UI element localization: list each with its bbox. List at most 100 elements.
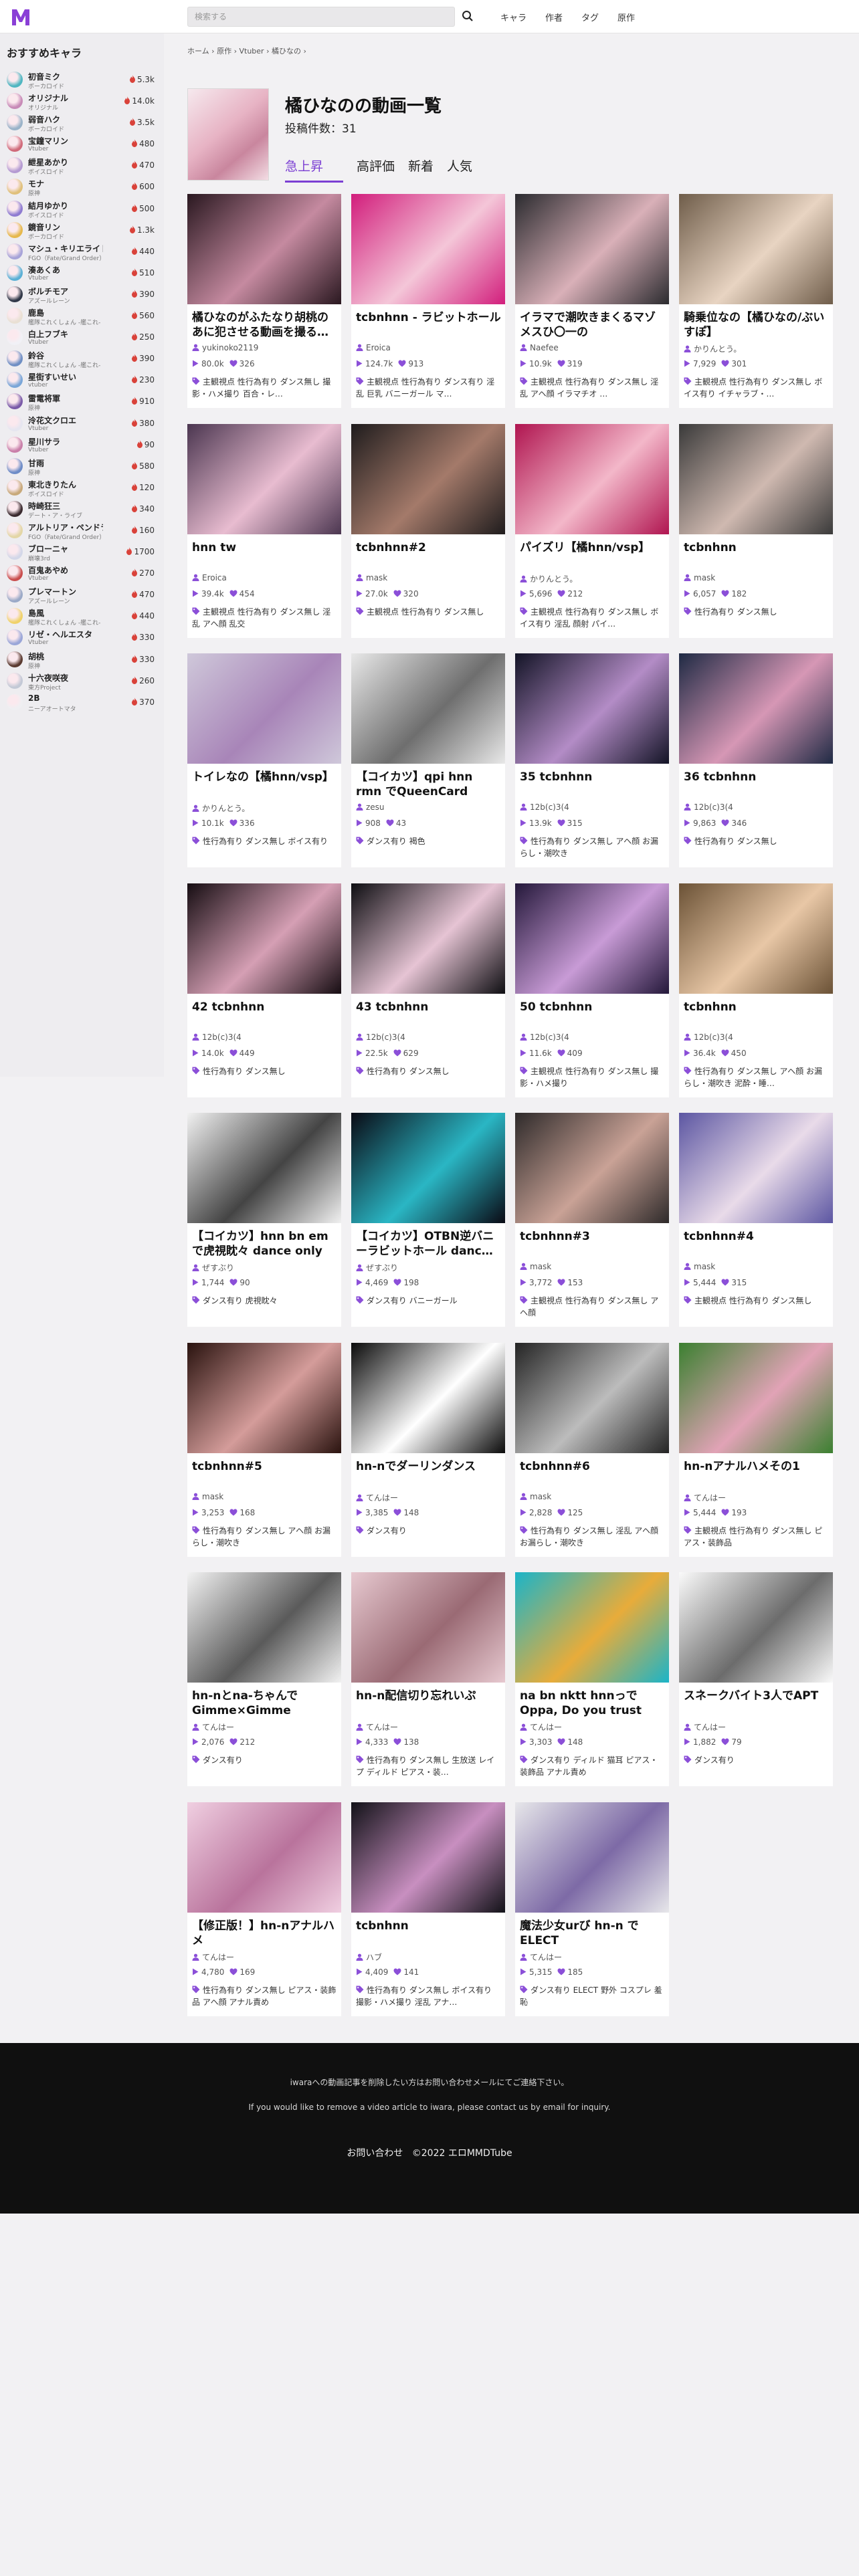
search-input[interactable] <box>187 7 455 27</box>
video-thumbnail[interactable] <box>679 653 833 764</box>
video-thumbnail[interactable] <box>187 1113 341 1223</box>
video-title[interactable]: 50 tcbnhnn <box>520 1000 666 1014</box>
video-author[interactable]: mask <box>192 1492 223 1501</box>
video-title[interactable]: 【修正版！】hn-nアナルハメ <box>192 1919 338 1948</box>
video-author[interactable]: mask <box>520 1262 551 1271</box>
video-card[interactable]: na bn nktt hnnっでOppa, Do you trust me? てん… <box>515 1572 669 1786</box>
video-tags[interactable]: 性行為有り ダンス無し <box>356 1065 502 1077</box>
video-title[interactable]: tcbnhnn <box>684 540 830 555</box>
video-card[interactable]: tcbnhnn 12b(c)3(4 36.4k 450 性行為有り ダンス無し アヘ顔 … <box>679 883 833 1097</box>
video-card[interactable]: hn-n配信切り忘れいぷ てんはー 4,333 138 性行為有り ダンス無し 生放送 … <box>351 1572 505 1786</box>
video-thumbnail[interactable] <box>187 1342 341 1453</box>
video-title[interactable]: 魔法少女urび hn-n で ELECT <box>520 1919 666 1948</box>
video-tags[interactable]: 主観視点 性行為有り ダンス有り 淫乱 巨乳 バニーガール マ… <box>356 376 502 400</box>
video-author[interactable]: てんはー <box>520 1951 562 1963</box>
video-thumbnail[interactable] <box>515 883 669 994</box>
sidebar-item[interactable]: プレマートン アズールレーン 470 <box>0 583 164 605</box>
video-thumbnail[interactable] <box>515 1342 669 1453</box>
video-title[interactable]: 橘ひなのがふたなり胡桃のあに犯させる動画を撮る… <box>192 310 338 340</box>
sidebar-item[interactable]: 百鬼あやめ Vtuber 270 <box>0 562 164 583</box>
sidebar-item[interactable]: 東北きりたん ボイスロイド 120 <box>0 476 164 498</box>
video-title[interactable]: tcbnhnn#6 <box>520 1459 666 1474</box>
video-author[interactable]: zesu <box>356 802 385 812</box>
sidebar-item[interactable]: 星街すいせい vtuber 230 <box>0 368 164 390</box>
video-title[interactable]: tcbnhnn#2 <box>356 540 502 555</box>
video-title[interactable]: tcbnhnn#3 <box>520 1229 666 1244</box>
sidebar-item[interactable]: 胡桃 原神 330 <box>0 648 164 670</box>
video-card[interactable]: hn-nアナルハメその1 てんはー 5,444 193 主観視点 性行為有り ダンス無し… <box>679 1342 833 1557</box>
video-title[interactable]: tcbnhnn <box>684 1000 830 1014</box>
sidebar-item[interactable]: マシュ・キリエライト FGO（Fate/Grand Order） 440 <box>0 240 164 262</box>
contact-link[interactable]: お問い合わせ <box>347 2148 403 2159</box>
video-author[interactable]: ぜすぶり <box>356 1262 398 1273</box>
video-card[interactable]: tcbnhnn#5 mask 3,253 168 性行為有り ダンス無し アヘ顔 お漏ら… <box>187 1342 341 1557</box>
video-author[interactable]: Naefee <box>520 343 559 352</box>
sidebar-item[interactable]: 2B ニーアオートマタ 370 <box>0 691 164 713</box>
video-tags[interactable]: 性行為有り ダンス無し 生放送 レイプ ディルド ピアス・装… <box>356 1754 502 1778</box>
sidebar-item[interactable]: 結月ゆかり ボイスロイド 500 <box>0 197 164 219</box>
sidebar-item[interactable]: 星川サラ Vtuber 90 <box>0 433 164 455</box>
video-tags[interactable]: 性行為有り ダンス無し ピアス・装飾品 アヘ顔 アナル責め <box>192 1984 338 2008</box>
video-thumbnail[interactable] <box>515 1802 669 1913</box>
video-author[interactable]: mask <box>684 573 715 582</box>
video-card[interactable]: 【コイカツ】OTBN逆バニーラビットホール danc… ぜすぶり 4,469 198 ダ… <box>351 1113 505 1327</box>
video-tags[interactable]: 主観視点 性行為有り ダンス無し <box>684 1295 830 1307</box>
video-tags[interactable]: 主観視点 性行為有り ダンス無し ボイス有り イチャラブ・… <box>684 376 830 400</box>
video-author[interactable]: ぜすぶり <box>192 1262 234 1273</box>
video-card[interactable]: 橘ひなのがふたなり胡桃のあに犯させる動画を撮る… yukinoko2119 80.0… <box>187 194 341 408</box>
video-tags[interactable]: 性行為有り ダンス無し アヘ顔 お漏らし・潮吹き <box>520 835 666 859</box>
video-thumbnail[interactable] <box>351 883 505 994</box>
sidebar-item[interactable]: 十六夜咲夜 東方Project 260 <box>0 669 164 691</box>
video-tags[interactable]: ダンス有り <box>356 1525 502 1537</box>
video-thumbnail[interactable] <box>679 194 833 304</box>
tab-popular[interactable]: 人気 <box>447 154 472 183</box>
video-author[interactable]: かりんとう。 <box>520 573 577 584</box>
video-author[interactable]: 12b(c)3(4 <box>684 1033 733 1042</box>
video-card[interactable]: 42 tcbnhnn 12b(c)3(4 14.0k 449 性行為有り ダンス無し <box>187 883 341 1097</box>
video-card[interactable]: tcbnhnn#6 mask 2,828 125 性行為有り ダンス無し 淫乱 アヘ顔 … <box>515 1342 669 1557</box>
video-card[interactable]: tcbnhnn#4 mask 5,444 315 主観視点 性行為有り ダンス無し <box>679 1113 833 1327</box>
video-thumbnail[interactable] <box>187 1802 341 1913</box>
video-author[interactable]: 12b(c)3(4 <box>520 1033 569 1042</box>
sidebar-item[interactable]: ボルチモア アズールレーン 390 <box>0 283 164 305</box>
sidebar-item[interactable]: アルトリア・ペンドラゴン FGO（Fate/Grand Order） 160 <box>0 519 164 541</box>
video-card[interactable]: 魔法少女urび hn-n で ELECT てんはー 5,315 185 ダンス有り EL… <box>515 1802 669 2016</box>
video-tags[interactable]: 主観視点 性行為有り ダンス無し 淫乱 アヘ顔 乱交 <box>192 606 338 630</box>
video-title[interactable]: 【コイカツ】qpi hnn rmn でQueenCard <box>356 770 502 799</box>
video-card[interactable]: 43 tcbnhnn 12b(c)3(4 22.5k 629 性行為有り ダンス無し <box>351 883 505 1097</box>
sidebar-item[interactable]: 時崎狂三 デート・ア・ライブ 340 <box>0 498 164 520</box>
video-card[interactable]: tcbnhnn#3 mask 3,772 153 主観視点 性行為有り ダンス無し アヘ… <box>515 1113 669 1327</box>
video-card[interactable]: パイズリ【橘hnn/vsp】 かりんとう。 5,696 212 主観視点 性行為有り ダ… <box>515 423 669 638</box>
video-card[interactable]: イラマで潮吹きまくるマゾメスひ〇一の Naefee 10.9k 319 主観視点 性行為… <box>515 194 669 408</box>
video-card[interactable]: 35 tcbnhnn 12b(c)3(4 13.9k 315 性行為有り ダンス無し ア… <box>515 653 669 867</box>
video-card[interactable]: 【コイカツ】hnn bn em で虎視眈々 dance only ぜすぶり 1,74… <box>187 1113 341 1327</box>
video-thumbnail[interactable] <box>351 423 505 534</box>
video-tags[interactable]: 主観視点 性行為有り ダンス無し ピアス・装飾品 <box>684 1525 830 1549</box>
video-title[interactable]: na bn nktt hnnっでOppa, Do you trust me? <box>520 1689 666 1718</box>
video-title[interactable]: tcbnhnn#5 <box>192 1459 338 1474</box>
video-title[interactable]: トイレなの【橘hnn/vsp】 <box>192 770 338 784</box>
video-tags[interactable]: 性行為有り ダンス無し <box>684 606 830 618</box>
video-author[interactable]: 12b(c)3(4 <box>356 1033 405 1042</box>
video-title[interactable]: tcbnhnn#4 <box>684 1229 830 1244</box>
video-card[interactable]: tcbnhnn mask 6,057 182 性行為有り ダンス無し <box>679 423 833 638</box>
video-card[interactable]: 36 tcbnhnn 12b(c)3(4 9,863 346 性行為有り ダンス無し <box>679 653 833 867</box>
video-tags[interactable]: 主観視点 性行為有り ダンス無し ボイス有り 淫乱 顔射 パイ… <box>520 606 666 630</box>
video-thumbnail[interactable] <box>187 883 341 994</box>
video-thumbnail[interactable] <box>515 194 669 304</box>
video-author[interactable]: てんはー <box>520 1721 562 1733</box>
video-author[interactable]: てんはー <box>192 1951 234 1963</box>
sidebar-item[interactable]: 鏡音リン ボーカロイド 1.3k <box>0 219 164 241</box>
sidebar-item[interactable]: 泠花文クロエ Vtuber 380 <box>0 412 164 433</box>
video-title[interactable]: 【コイカツ】hnn bn em で虎視眈々 dance only <box>192 1229 338 1259</box>
video-title[interactable]: hnn tw <box>192 540 338 555</box>
video-tags[interactable]: ダンス有り <box>192 1754 338 1766</box>
video-title[interactable]: 36 tcbnhnn <box>684 770 830 784</box>
video-card[interactable]: hnn tw Eroica 39.4k 454 主観視点 性行為有り ダンス無し 淫乱 … <box>187 423 341 638</box>
video-thumbnail[interactable] <box>351 194 505 304</box>
sidebar-item[interactable]: 雷電将軍 原神 910 <box>0 390 164 412</box>
video-title[interactable]: hn-n配信切り忘れいぷ <box>356 1689 502 1703</box>
video-author[interactable]: yukinoko2119 <box>192 343 258 352</box>
tab-trending[interactable]: 急上昇 <box>285 154 344 183</box>
video-title[interactable]: 35 tcbnhnn <box>520 770 666 784</box>
